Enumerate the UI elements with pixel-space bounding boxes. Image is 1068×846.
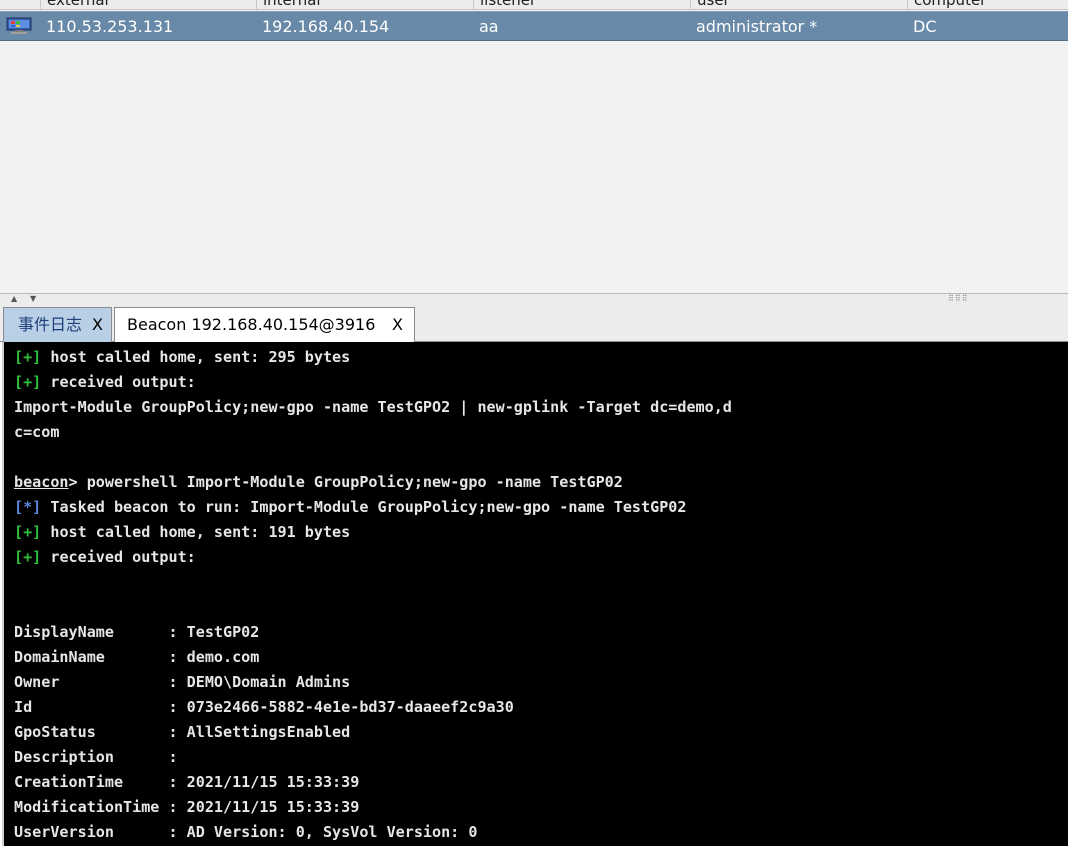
table-header: external internal listener user computer <box>0 0 1068 10</box>
close-tab-button[interactable]: X <box>392 308 403 341</box>
collapse-up-icon[interactable]: ▲ <box>11 294 17 304</box>
console-text: received output: <box>41 548 196 566</box>
console-line: UserVersion : AD Version: 0, SysVol Vers… <box>14 820 477 845</box>
console-line: Owner : DEMO\Domain Admins <box>14 670 350 695</box>
column-header-computer[interactable]: computer <box>907 0 1068 9</box>
console-text: DomainName : demo.com <box>14 648 260 666</box>
console-line: [+] received output: <box>14 545 196 570</box>
success-tag: [+] <box>14 523 42 541</box>
console-line: ModificationTime : 2021/11/15 15:33:39 <box>14 795 359 820</box>
console-text: Import-Module GroupPolicy;new-gpo -name … <box>14 398 732 416</box>
cell-external: 110.53.253.131 <box>46 17 174 36</box>
beacon-prompt: beacon <box>14 473 69 491</box>
success-tag: [+] <box>14 373 42 391</box>
cell-user: administrator * <box>696 17 818 36</box>
console-line: [+] host called home, sent: 295 bytes <box>14 345 350 370</box>
console-text: ModificationTime : 2021/11/15 15:33:39 <box>14 798 360 816</box>
close-tab-button[interactable]: X <box>92 308 103 341</box>
column-header-listener[interactable]: listener <box>473 0 690 9</box>
tab-beacon[interactable]: Beacon 192.168.40.154@3916 X <box>114 307 415 343</box>
console-line: GpoStatus : AllSettingsEnabled <box>14 720 350 745</box>
tab-event-log[interactable]: 事件日志 X <box>3 307 112 342</box>
console-line: DisplayName : TestGP02 <box>14 620 259 645</box>
pane-splitter[interactable]: ▲ ▼ ⠿⠿⠿ <box>0 294 1068 304</box>
windows-computer-icon <box>6 17 32 34</box>
console-line: [+] received output: <box>14 370 196 395</box>
tab-label: 事件日志 <box>18 315 83 334</box>
console-line: Description : <box>14 745 178 770</box>
success-tag: [+] <box>14 548 42 566</box>
table-row[interactable]: 110.53.253.131 192.168.40.154 aa adminis… <box>0 11 1068 41</box>
console-line: CreationTime : 2021/11/15 15:33:39 <box>14 770 359 795</box>
cell-internal: 192.168.40.154 <box>262 17 390 36</box>
beacon-console[interactable]: [+] host called home, sent: 295 bytes [+]… <box>2 342 1068 846</box>
console-text: Description : <box>14 748 178 766</box>
collapse-down-icon[interactable]: ▼ <box>30 294 36 304</box>
console-line: c=com <box>14 420 59 445</box>
console-text: received output: <box>41 373 196 391</box>
tab-bar: 事件日志 X Beacon 192.168.40.154@3916 X <box>0 304 1068 343</box>
column-header-internal[interactable]: internal <box>256 0 473 9</box>
console-text: host called home, sent: 191 bytes <box>41 523 351 541</box>
console-text: > powershell Import-Module GroupPolicy;n… <box>68 473 623 491</box>
console-line: DomainName : demo.com <box>14 645 259 670</box>
console-text: DisplayName : TestGP02 <box>14 623 260 641</box>
console-text: GpoStatus : AllSettingsEnabled <box>14 723 351 741</box>
cell-listener: aa <box>479 17 499 36</box>
console-text: Owner : DEMO\Domain Admins <box>14 673 351 691</box>
console-line: [*] Tasked beacon to run: Import-Module … <box>14 495 686 520</box>
splitter-grip-icon[interactable]: ⠿⠿⠿ <box>948 295 969 303</box>
console-text: UserVersion : AD Version: 0, SysVol Vers… <box>14 823 478 841</box>
console-line: Import-Module GroupPolicy;new-gpo -name … <box>14 395 732 420</box>
success-tag: [+] <box>14 348 42 366</box>
sessions-table: external internal listener user computer… <box>0 0 1068 294</box>
tab-label: Beacon 192.168.40.154@3916 <box>127 315 376 334</box>
console-line: beacon> powershell Import-Module GroupPo… <box>14 470 623 495</box>
task-tag: [*] <box>14 498 42 516</box>
console-text: CreationTime : 2021/11/15 15:33:39 <box>14 773 360 791</box>
console-text: Tasked beacon to run: Import-Module Grou… <box>41 498 687 516</box>
console-line: [+] host called home, sent: 191 bytes <box>14 520 350 545</box>
cell-computer: DC <box>913 17 937 36</box>
column-header-user[interactable]: user <box>690 0 907 9</box>
console-line: Id : 073e2466-5882-4e1e-bd37-daaeef2c9a3… <box>14 695 514 720</box>
console-text: host called home, sent: 295 bytes <box>41 348 351 366</box>
console-text: c=com <box>14 423 60 441</box>
console-text: Id : 073e2466-5882-4e1e-bd37-daaeef2c9a3… <box>14 698 514 716</box>
column-header-external[interactable]: external <box>40 0 256 9</box>
